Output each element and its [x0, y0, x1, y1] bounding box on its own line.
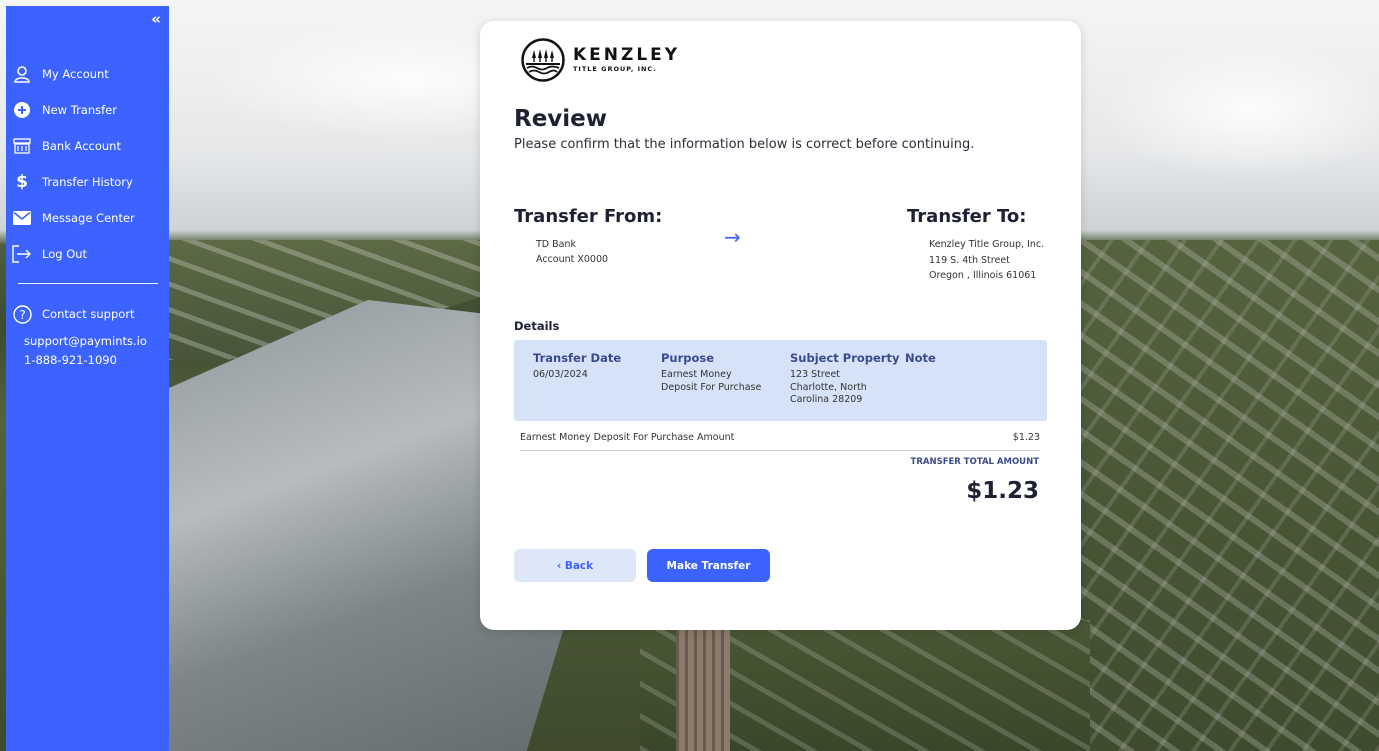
note-label: Note — [905, 351, 936, 365]
sidebar-item-label: Transfer History — [42, 175, 133, 189]
amount-label: Earnest Money Deposit For Purchase Amoun… — [520, 432, 735, 443]
sidebar-divider — [18, 283, 158, 284]
support-phone: 1-888-921-1090 — [24, 353, 117, 367]
sidebar-item-label: Message Center — [42, 211, 135, 225]
arrow-right-icon: → — [724, 225, 741, 249]
support-section: ? Contact support support@paymints.io 1-… — [12, 304, 147, 367]
purpose-value-line2: Deposit For Purchase — [661, 381, 762, 393]
support-email-link[interactable]: support@paymints.io — [24, 334, 147, 348]
transfer-to-details: Kenzley Title Group, Inc. 119 S. 4th Str… — [929, 237, 1044, 284]
details-panel: Transfer Date 06/03/2024 Purpose Earnest… — [514, 340, 1047, 421]
logo-subtitle: TITLE GROUP, INC. — [573, 65, 657, 74]
sidebar-nav: My Account New Transfer Bank Account $ T… — [6, 56, 169, 272]
company-logo: KENZLEY TITLE GROUP, INC. — [521, 38, 680, 82]
sidebar-item-label: Bank Account — [42, 139, 121, 153]
details-heading: Details — [514, 319, 560, 333]
user-icon — [12, 64, 32, 84]
sidebar-item-label: New Transfer — [42, 103, 117, 117]
dollar-icon: $ — [16, 172, 28, 192]
subject-property-line1: 123 Street — [790, 369, 841, 380]
to-city: Oregon , Illinois 61061 — [929, 270, 1037, 281]
make-transfer-button[interactable]: Make Transfer — [647, 549, 770, 582]
transfer-to-heading: Transfer To: — [907, 206, 1027, 227]
review-card: KENZLEY TITLE GROUP, INC. Review Please … — [480, 21, 1081, 630]
sidebar-item-label: Log Out — [42, 247, 88, 261]
page-subtitle: Please confirm that the information belo… — [514, 137, 975, 152]
contact-support-link[interactable]: ? Contact support — [12, 304, 147, 324]
contact-support-label: Contact support — [42, 307, 135, 321]
to-street: 119 S. 4th Street — [929, 254, 1010, 266]
transfer-from-heading: Transfer From: — [514, 206, 663, 227]
purpose-label: Purpose — [661, 351, 715, 365]
from-bank-name: TD Bank — [536, 239, 576, 250]
logout-icon — [12, 244, 32, 264]
transfer-date-value: 06/03/2024 — [533, 369, 588, 380]
svg-text:?: ? — [19, 308, 25, 322]
subject-property-line2: Charlotte, North — [790, 381, 867, 393]
sidebar-item-transfer-history[interactable]: $ Transfer History — [6, 164, 169, 200]
bank-icon — [12, 136, 32, 156]
purpose-column: Purpose Earnest Money Deposit For Purcha… — [661, 351, 761, 394]
amount-value: $1.23 — [1012, 432, 1040, 443]
note-column: Note — [905, 351, 936, 369]
sidebar-item-my-account[interactable]: My Account — [6, 56, 169, 92]
logo-name: KENZLEY — [573, 45, 681, 66]
transfer-date-label: Transfer Date — [533, 351, 622, 365]
transfer-date-column: Transfer Date 06/03/2024 — [533, 351, 621, 382]
subject-property-line3: Carolina 28209 — [790, 394, 863, 405]
from-account-number: Account X0000 — [536, 254, 609, 265]
subject-property-label: Subject Property — [790, 351, 900, 365]
sidebar-item-log-out[interactable]: Log Out — [6, 236, 169, 272]
sidebar-item-label: My Account — [42, 67, 109, 81]
purpose-value-line1: Earnest Money — [661, 369, 732, 380]
total-amount-label: TRANSFER TOTAL AMOUNT — [910, 457, 1039, 467]
collapse-sidebar-button[interactable]: « — [151, 10, 161, 28]
to-company-name: Kenzley Title Group, Inc. — [929, 239, 1045, 250]
total-amount-value: $1.23 — [966, 478, 1039, 504]
sidebar-item-bank-account[interactable]: Bank Account — [6, 128, 169, 164]
plus-circle-icon — [12, 100, 32, 120]
mail-icon — [12, 208, 32, 228]
back-button[interactable]: ‹ Back — [514, 549, 636, 582]
sidebar-item-message-center[interactable]: Message Center — [6, 200, 169, 236]
amount-row: Earnest Money Deposit For Purchase Amoun… — [520, 432, 1040, 451]
sidebar: « My Account New Transfer Bank Account $… — [6, 6, 169, 751]
kenzley-logo-icon — [521, 38, 565, 82]
sidebar-item-new-transfer[interactable]: New Transfer — [6, 92, 169, 128]
subject-property-column: Subject Property 123 Street Charlotte, N… — [790, 351, 899, 407]
transfer-from-details: TD Bank Account X0000 — [536, 237, 608, 267]
page-title: Review — [514, 106, 608, 132]
help-circle-icon: ? — [12, 304, 32, 324]
